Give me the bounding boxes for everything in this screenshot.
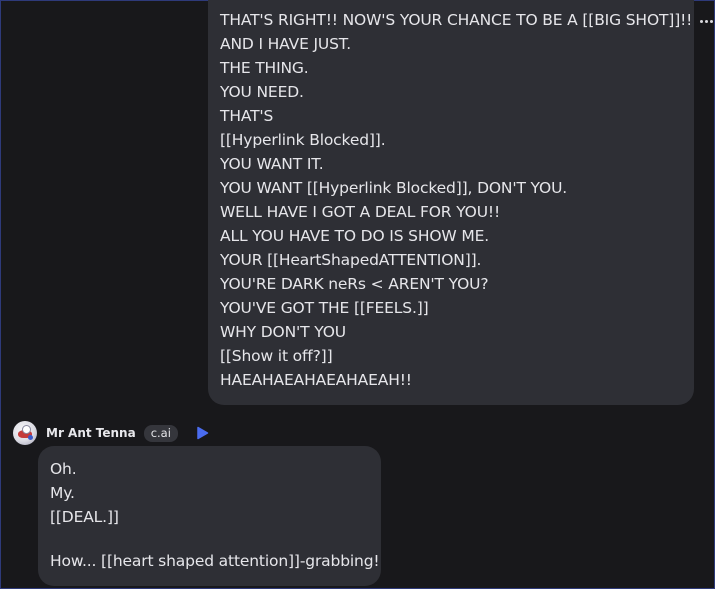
bot-message-header: Mr Ant Tenna c.ai (13, 420, 209, 446)
user-message-line: YOU'RE DARK neRs < AREN'T YOU? (220, 275, 489, 293)
avatar-shape (22, 425, 31, 434)
bot-message-line: My. (50, 484, 75, 502)
bot-message-line: How... [[heart shaped attention]]-grabbi… (50, 552, 380, 570)
user-message-line: YOU WANT IT. (220, 155, 324, 173)
user-message-line: HAEAHAEAHAEAHAEAH!! (220, 371, 412, 389)
play-icon[interactable] (195, 426, 209, 440)
avatar[interactable] (13, 421, 37, 445)
user-message-line: WHY DON'T YOU (220, 323, 346, 341)
more-dot (704, 19, 708, 23)
user-message-line: THAT'S (220, 107, 274, 125)
user-message-line: YOU WANT [[Hyperlink Blocked]], DON'T YO… (220, 179, 568, 197)
cai-badge: c.ai (143, 424, 178, 442)
user-message-line: YOUR [[HeartShapedATTENTION]]. (220, 251, 482, 269)
user-message-line: YOU'VE GOT THE [[FEELS.]] (220, 299, 429, 317)
user-message-line: YOU NEED. (220, 83, 304, 101)
user-message-line: AND I HAVE JUST. (220, 35, 352, 53)
bot-name[interactable]: Mr Ant Tenna (46, 426, 136, 440)
bot-message-bubble: Oh. My. [[DEAL.]] How... [[heart shaped … (38, 446, 381, 586)
more-options-icon[interactable] (698, 11, 714, 31)
user-message-line: [[Show it off?]] (220, 347, 333, 365)
user-message-bubble: THAT'S RIGHT!! NOW'S YOUR CHANCE TO BE A… (208, 0, 694, 405)
user-message-line: THAT'S RIGHT!! NOW'S YOUR CHANCE TO BE A… (220, 11, 693, 29)
bot-message-spacer (50, 529, 381, 549)
more-dot (709, 19, 713, 23)
user-message-line: THE THING. (220, 59, 309, 77)
bot-message-line: Oh. (50, 460, 77, 478)
user-message-line: ALL YOU HAVE TO DO IS SHOW ME. (220, 227, 490, 245)
more-dot (699, 19, 703, 23)
avatar-shape (28, 435, 33, 440)
user-message-line: [[Hyperlink Blocked]]. (220, 131, 386, 149)
bot-message-line: [[DEAL.]] (50, 508, 119, 526)
user-message-line: WELL HAVE I GOT A DEAL FOR YOU!! (220, 203, 501, 221)
